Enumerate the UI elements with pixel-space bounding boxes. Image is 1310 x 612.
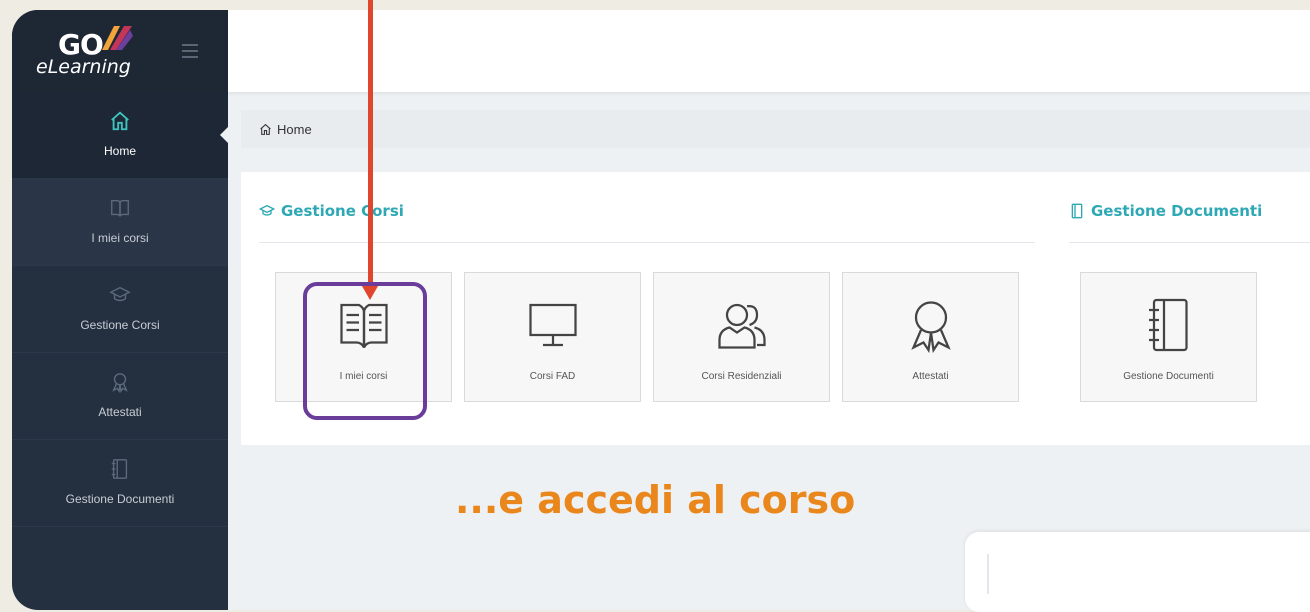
tile-gestione-documenti[interactable]: Gestione Documenti (1080, 272, 1257, 402)
sidebar: GO eLearning Home I miei corsi Gestione … (12, 10, 229, 610)
graduation-cap-icon (259, 204, 275, 216)
tile-label: Corsi FAD (529, 371, 576, 382)
sidebar-item-label: I miei corsi (91, 231, 149, 245)
section-title-gestione-corsi: Gestione Corsi (259, 202, 404, 220)
sidebar-item-home[interactable]: Home (12, 92, 229, 179)
sidebar-item-label: Home (103, 144, 136, 158)
logo[interactable]: GO eLearning (12, 10, 228, 92)
home-icon (12, 110, 228, 136)
tile-corsi-residenziali[interactable]: Corsi Residenziali (653, 272, 830, 402)
menu-toggle-icon[interactable] (182, 44, 198, 62)
sidebar-item-attestati[interactable]: Attestati (12, 353, 228, 440)
sidebar-item-gestione-documenti[interactable]: Gestione Documenti (12, 440, 228, 527)
breadcrumb-home[interactable]: Home (277, 122, 312, 137)
tile-label: Gestione Documenti (1123, 371, 1214, 382)
award-icon (843, 295, 1018, 355)
tile-label: Corsi Residenziali (701, 371, 782, 382)
section-divider (1069, 242, 1310, 243)
sidebar-item-i-miei-corsi[interactable]: I miei corsi (12, 179, 228, 266)
tile-attestati[interactable]: Attestati (842, 272, 1019, 402)
sidebar-item-label: Attestati (98, 405, 142, 419)
notebook-icon (1081, 295, 1256, 355)
tile-label: Attestati (912, 371, 949, 382)
logo-subtext: eLearning (36, 56, 131, 78)
award-icon (12, 371, 228, 397)
annotation-caption: ...e accedi al corso (455, 478, 856, 522)
graduation-cap-icon (12, 284, 228, 310)
sidebar-item-label: Gestione Documenti (65, 492, 175, 506)
top-bar (228, 10, 1310, 92)
annotation-highlight-box (303, 282, 427, 420)
sidebar-item-label: Gestione Corsi (80, 318, 160, 332)
sidebar-item-gestione-corsi[interactable]: Gestione Corsi (12, 266, 228, 353)
notebook-icon (1071, 203, 1083, 219)
users-icon (654, 295, 829, 355)
home-icon (260, 123, 271, 135)
section-divider (259, 242, 1035, 243)
notebook-icon (12, 458, 228, 484)
book-icon (12, 197, 228, 223)
logo-mark-icon (102, 26, 133, 50)
annotation-arrow (368, 0, 373, 290)
monitor-icon (465, 295, 640, 355)
tile-corsi-fad[interactable]: Corsi FAD (464, 272, 641, 402)
overlay-card (965, 532, 1310, 612)
section-title-gestione-documenti: Gestione Documenti (1069, 202, 1262, 220)
breadcrumb[interactable]: Home (241, 110, 1310, 148)
